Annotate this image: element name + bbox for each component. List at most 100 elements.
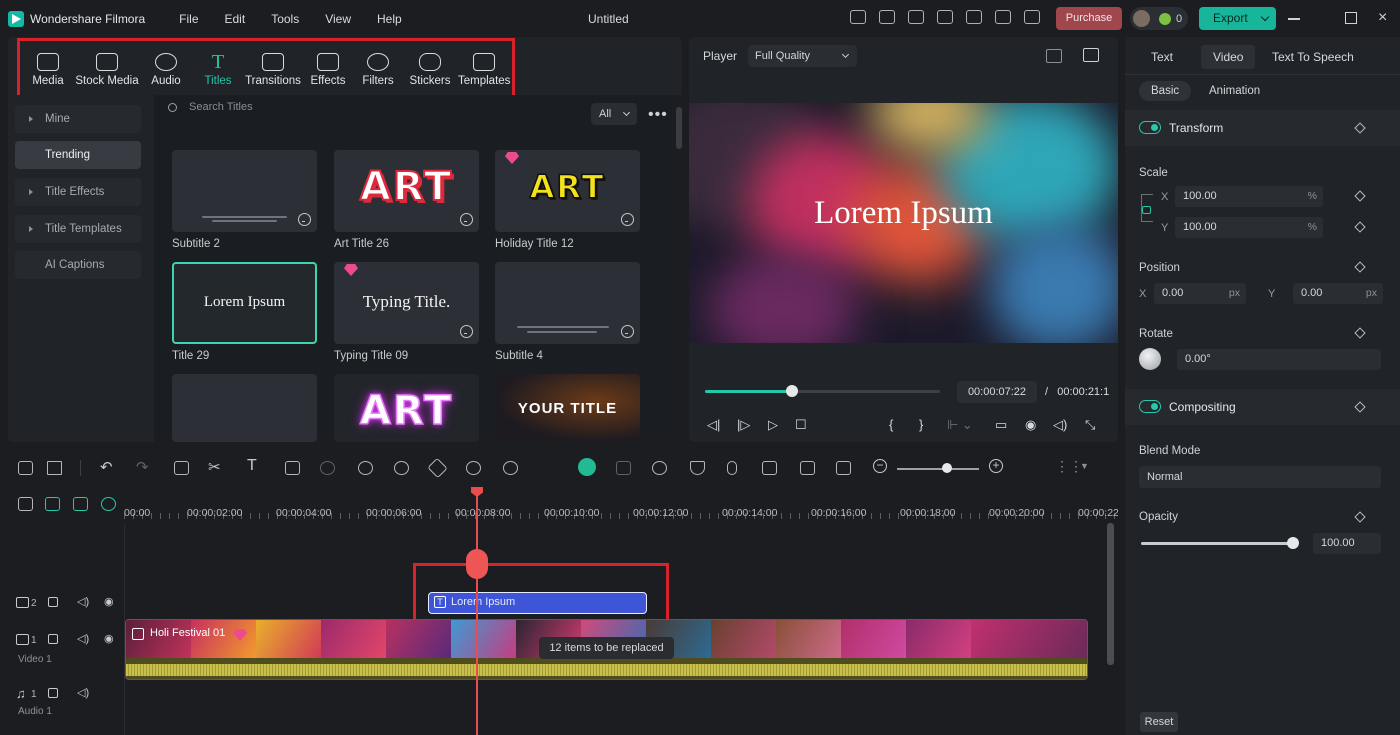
scale-y-field[interactable]: 100.00% [1175,217,1323,238]
close-icon[interactable]: × [1378,10,1390,26]
account-coins[interactable]: 0 [1130,7,1188,30]
tab-text[interactable]: Text [1151,50,1173,64]
add-track-icon[interactable] [18,497,33,511]
download-icon[interactable] [621,213,634,226]
link-icon[interactable] [45,497,60,511]
keyframe-diamond-icon[interactable] [1354,190,1366,202]
grid-scrollbar[interactable] [676,107,682,149]
ai-tool-icon[interactable] [358,461,373,475]
mute-track-icon[interactable]: ◁) [77,595,89,608]
grid-menu-icon[interactable] [1024,10,1040,24]
zoom-in-icon[interactable]: + [989,459,1003,473]
title-card-title-29[interactable]: Lorem Ipsum [172,262,317,344]
transform-toggle[interactable] [1139,121,1161,134]
lock-track-icon[interactable] [48,688,58,698]
text-tool-icon[interactable]: T [247,457,257,475]
sidebar-item-mine[interactable]: Mine [15,105,141,133]
title-card-row3-3[interactable]: YOUR TITLE [495,374,640,442]
timeline-menu-icon[interactable]: ⋮⋮ [1055,458,1083,475]
subtitle-icon[interactable] [762,461,777,475]
speed-timer-icon[interactable] [394,461,409,475]
mark-in-icon[interactable]: { [889,417,893,432]
download-icon[interactable] [621,325,634,338]
minimize-icon[interactable] [1288,18,1300,20]
next-frame-icon[interactable]: |▷ [737,417,750,433]
transform-section-header[interactable]: Transform [1125,110,1400,146]
compositing-toggle[interactable] [1139,400,1161,413]
prev-frame-icon[interactable]: ◁| [707,417,720,433]
fullscreen-icon[interactable]: ⤡ [1085,417,1095,433]
chevron-down-icon[interactable]: ▼ [1080,461,1089,471]
delete-icon[interactable] [174,461,189,475]
zoom-slider-knob[interactable] [942,463,952,473]
camera-snapshot-icon[interactable]: ◉ [1025,417,1036,433]
eye-icon[interactable]: ◉ [104,632,114,645]
scale-x-field[interactable]: 100.00% [1175,186,1323,207]
tasks-icon[interactable] [879,10,895,24]
stop-icon[interactable]: ☐ [795,417,807,433]
sidebar-item-ai-captions[interactable]: AI Captions [15,251,141,279]
eye-icon[interactable]: ◉ [104,595,114,608]
magnet-icon[interactable] [101,497,116,511]
sidebar-item-title-templates[interactable]: Title Templates [15,215,141,243]
keyframe-icon[interactable] [427,457,448,479]
keyframe-diamond-icon[interactable] [1354,327,1366,339]
snapshot-icon[interactable] [616,461,631,475]
ai-voice-icon[interactable] [503,461,518,475]
sidebar-item-trending[interactable]: Trending [15,141,141,169]
purchase-button[interactable]: Purchase [1056,7,1122,30]
fit-width-icon[interactable] [836,461,851,475]
position-x-field[interactable]: 0.00 px [1154,283,1246,304]
title-card-row3-2[interactable]: ART [334,374,479,442]
subtab-basic[interactable]: Basic [1139,81,1192,101]
title-card-holiday-title-12[interactable]: ART [495,150,640,232]
keyframe-diamond-icon[interactable] [1354,511,1366,523]
more-options-icon[interactable]: ••• [648,106,668,124]
reset-button[interactable]: Reset [1140,712,1178,732]
keyframe-diamond-icon[interactable] [1354,261,1366,273]
crop-icon[interactable] [285,461,300,475]
lock-track-icon[interactable] [48,634,58,644]
filter-dropdown[interactable]: All [591,103,637,125]
replace-icon[interactable] [800,461,815,475]
send-icon[interactable] [850,10,866,24]
display-settings-icon[interactable]: ▭ [995,417,1007,433]
tab-text-to-speech[interactable]: Text To Speech [1272,50,1354,64]
video-preview[interactable]: Lorem Ipsum [689,103,1118,343]
headset-icon[interactable] [995,10,1011,24]
play-icon[interactable]: ▷ [768,417,778,433]
zoom-slider-track[interactable] [897,468,979,470]
playback-scrubber[interactable] [785,385,798,397]
shield-icon[interactable] [690,461,705,475]
search-input[interactable]: Search Titles [168,101,253,113]
subtab-animation[interactable]: Animation [1209,85,1260,97]
menu-tools[interactable]: Tools [271,12,299,26]
mute-track-icon[interactable]: ◁) [77,686,89,699]
keyframe-diamond-icon[interactable] [1354,401,1366,413]
marker-dropdown-icon[interactable]: ⊩ ⌄ [947,417,973,433]
title-card-subtitle-2[interactable] [172,150,317,232]
redo-icon[interactable]: ↷ [136,458,149,476]
undo-icon[interactable]: ↶ [100,458,113,476]
layout-icon[interactable] [18,461,33,475]
opacity-slider-track[interactable] [1141,542,1293,545]
keyframe-diamond-icon[interactable] [1354,221,1366,233]
restore-icon[interactable] [1345,12,1357,24]
time-ruler[interactable] [124,487,1118,525]
audio-stretch-icon[interactable] [466,461,481,475]
playhead-line[interactable] [476,487,478,735]
keyframe-diamond-icon[interactable] [1354,122,1366,134]
rotate-dial[interactable] [1139,348,1161,370]
split-scissors-icon[interactable]: ✂ [208,458,221,476]
compositing-section-header[interactable]: Compositing [1125,389,1400,425]
rotate-field[interactable]: 0.00° [1177,349,1381,370]
select-tool-icon[interactable] [47,461,62,475]
mute-track-icon[interactable]: ◁) [77,632,89,645]
tab-video[interactable]: Video [1201,45,1256,69]
download-icon[interactable] [460,325,473,338]
play-range-icon[interactable] [652,461,667,475]
quality-dropdown[interactable]: Full Quality [748,45,857,67]
menu-help[interactable]: Help [377,12,402,26]
playhead-drag-marker[interactable] [466,549,488,579]
title-card-subtitle-4[interactable] [495,262,640,344]
